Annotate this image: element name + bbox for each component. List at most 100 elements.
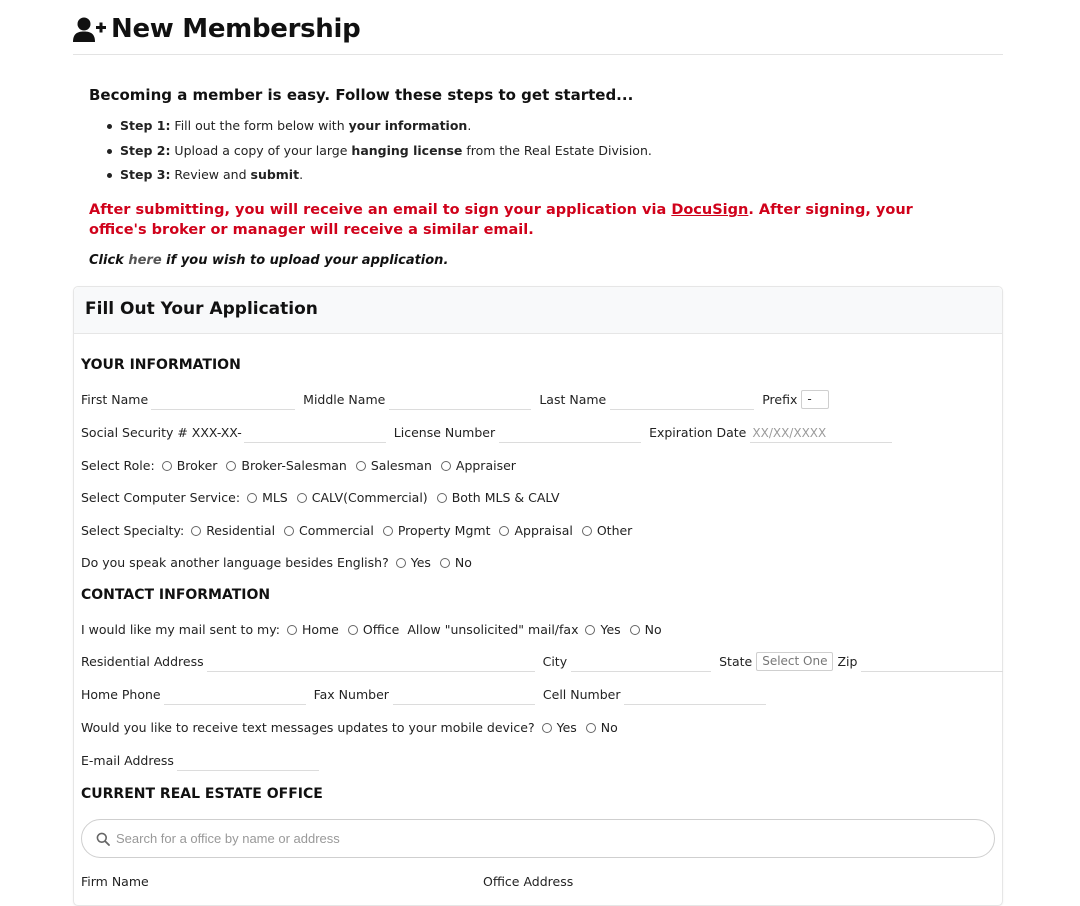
unsolicited-no-radio[interactable] — [629, 625, 640, 635]
fax-number-label: Fax Number — [313, 687, 389, 702]
zip-input[interactable] — [861, 652, 1004, 672]
specialty-commercial-radio[interactable] — [284, 526, 295, 536]
mail-office-label: Office — [362, 622, 400, 637]
first-name-input[interactable] — [151, 390, 296, 410]
specialty-label: Select Specialty: — [81, 523, 185, 538]
card-header: Fill Out Your Application — [74, 287, 1002, 334]
mail-row: I would like my mail sent to my: Home Of… — [81, 618, 664, 640]
specialty-row: Select Specialty: Residential Commercial… — [81, 519, 634, 541]
page-header: New Membership — [73, 12, 1003, 55]
text-messages-label: Would you like to receive text messages … — [81, 720, 535, 735]
service-calv-radio[interactable] — [296, 493, 307, 503]
text-messages-yes-radio[interactable] — [541, 723, 552, 733]
card-title: Fill Out Your Application — [85, 299, 318, 319]
text-messages-yes-label: Yes — [556, 720, 577, 735]
role-appraiser-label: Appraiser — [455, 458, 516, 473]
cell-number-input[interactable] — [624, 685, 767, 705]
expiration-date-label: Expiration Date — [649, 425, 747, 440]
expiration-date-input[interactable] — [750, 423, 893, 443]
prefix-label: Prefix — [762, 392, 798, 407]
home-phone-label: Home Phone — [81, 687, 161, 702]
city-input[interactable] — [571, 652, 712, 672]
address-row: Residential Address City State Select On… — [81, 650, 1004, 672]
email-label: E-mail Address — [81, 753, 174, 768]
unsolicited-label: Allow "unsolicited" mail/fax — [407, 622, 579, 637]
docusign-link[interactable]: DocuSign — [671, 202, 748, 218]
home-phone-input[interactable] — [163, 685, 306, 705]
user-plus-icon — [73, 17, 106, 42]
residential-address-input[interactable] — [206, 652, 535, 672]
office-search-input[interactable] — [114, 830, 974, 847]
specialty-commercial-label: Commercial — [299, 523, 374, 538]
phone-row: Home Phone Fax Number Cell Number — [81, 683, 767, 705]
unsolicited-yes-radio[interactable] — [585, 625, 596, 635]
specialty-other-radio[interactable] — [581, 526, 592, 536]
middle-name-input[interactable] — [389, 390, 532, 410]
service-both-radio[interactable] — [436, 493, 447, 503]
middle-name-label: Middle Name — [303, 392, 386, 407]
role-appraiser-radio[interactable] — [440, 461, 451, 471]
step-item: Step 2: Upload a copy of your large hang… — [107, 143, 989, 159]
last-name-label: Last Name — [539, 392, 607, 407]
text-messages-row: Would you like to receive text messages … — [81, 716, 620, 738]
intro-heading: Becoming a member is easy. Follow these … — [89, 86, 634, 104]
mail-label: I would like my mail sent to my: — [81, 622, 280, 637]
role-salesman-radio[interactable] — [355, 461, 366, 471]
specialty-residential-label: Residential — [206, 523, 276, 538]
section-your-information: YOUR INFORMATION — [81, 357, 241, 373]
language-yes-label: Yes — [410, 555, 431, 570]
role-broker-salesman-radio[interactable] — [226, 461, 237, 471]
ssn-input[interactable] — [243, 423, 386, 443]
mail-home-label: Home — [301, 622, 339, 637]
role-broker-salesman-label: Broker-Salesman — [241, 458, 347, 473]
upload-note: Click here if you wish to upload your ap… — [89, 253, 449, 268]
license-row: Social Security # XXX-XX- License Number… — [81, 421, 893, 443]
docusign-notice: After submitting, you will receive an em… — [89, 202, 913, 238]
service-mls-label: MLS — [262, 490, 288, 505]
prefix-select[interactable]: - — [801, 390, 830, 409]
language-no-radio[interactable] — [439, 558, 450, 568]
unsolicited-no-label: No — [644, 622, 662, 637]
zip-label: Zip — [837, 654, 858, 669]
steps-list: Step 1: Fill out the form below with you… — [89, 118, 989, 183]
text-messages-no-label: No — [600, 720, 618, 735]
email-row: E-mail Address — [81, 749, 319, 771]
role-row: Select Role: Broker Broker-Salesman Sale… — [81, 454, 518, 476]
upload-here-link[interactable]: here — [128, 253, 161, 268]
email-input[interactable] — [176, 751, 319, 771]
role-broker-label: Broker — [176, 458, 218, 473]
specialty-residential-radio[interactable] — [191, 526, 202, 536]
service-calv-label: CALV(Commercial) — [311, 490, 428, 505]
section-current-office: CURRENT REAL ESTATE OFFICE — [81, 786, 323, 802]
specialty-property-mgmt-radio[interactable] — [382, 526, 393, 536]
specialty-property-mgmt-label: Property Mgmt — [397, 523, 491, 538]
step-item: Step 1: Fill out the form below with you… — [107, 118, 989, 134]
language-label: Do you speak another language besides En… — [81, 555, 389, 570]
mail-office-radio[interactable] — [347, 625, 358, 635]
state-select[interactable]: Select One — [756, 652, 834, 671]
service-mls-radio[interactable] — [247, 493, 258, 503]
section-contact-information: CONTACT INFORMATION — [81, 587, 271, 603]
residential-address-label: Residential Address — [81, 654, 204, 669]
fax-number-input[interactable] — [392, 685, 535, 705]
specialty-appraisal-radio[interactable] — [499, 526, 510, 536]
last-name-input[interactable] — [610, 390, 755, 410]
role-salesman-label: Salesman — [370, 458, 432, 473]
city-label: City — [542, 654, 568, 669]
license-number-input[interactable] — [499, 423, 642, 443]
ssn-label: Social Security # XXX-XX- — [81, 425, 242, 440]
service-row: Select Computer Service: MLS CALV(Commer… — [81, 486, 562, 508]
service-label: Select Computer Service: — [81, 490, 241, 505]
specialty-other-label: Other — [596, 523, 633, 538]
first-name-label: First Name — [81, 392, 149, 407]
cell-number-label: Cell Number — [542, 687, 621, 702]
intro-section: Becoming a member is easy. Follow these … — [89, 86, 989, 192]
language-yes-radio[interactable] — [395, 558, 406, 568]
page-title: New Membership — [111, 14, 361, 44]
mail-home-radio[interactable] — [286, 625, 297, 635]
role-broker-radio[interactable] — [161, 461, 172, 471]
office-search-box[interactable] — [81, 819, 995, 858]
language-no-label: No — [454, 555, 472, 570]
service-both-label: Both MLS & CALV — [451, 490, 560, 505]
text-messages-no-radio[interactable] — [585, 723, 596, 733]
